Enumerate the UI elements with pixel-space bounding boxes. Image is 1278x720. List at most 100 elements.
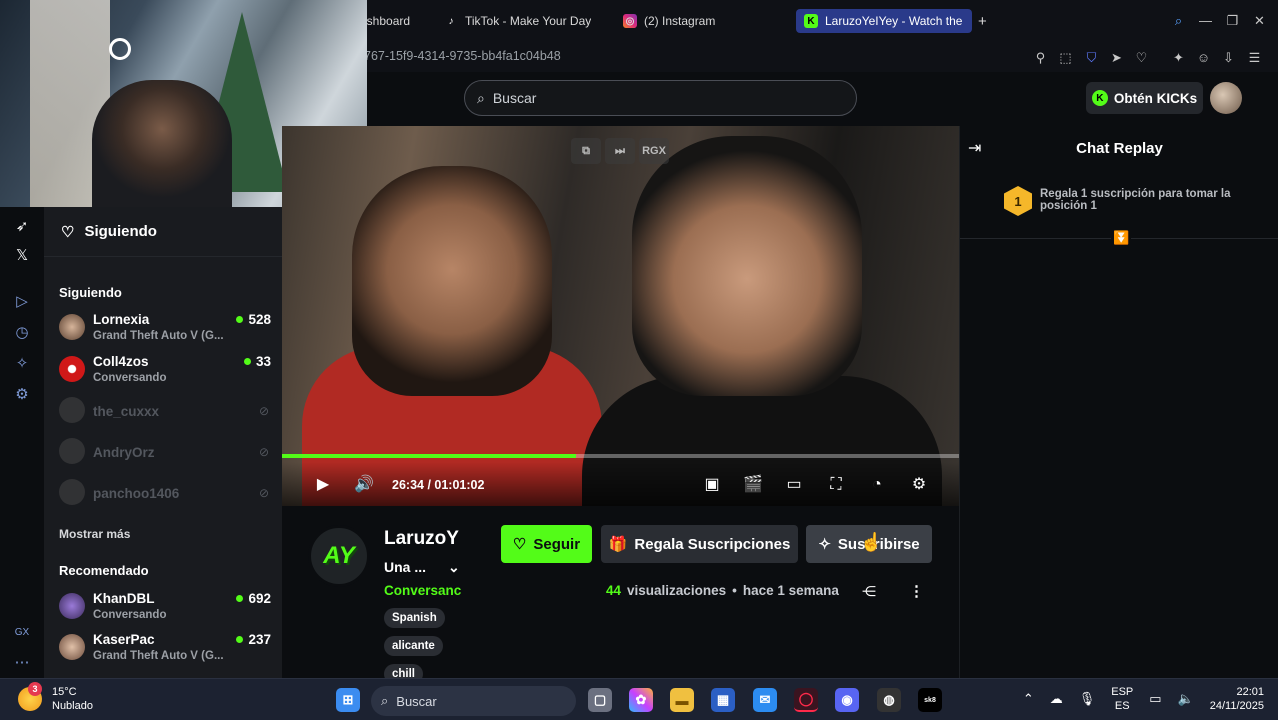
sidebar-channel-the-cuxxx[interactable]: the_cuxxx ⊘ bbox=[59, 395, 271, 431]
sidebar-channel-panchoo1406[interactable]: panchoo1406 ⊘ bbox=[59, 477, 271, 513]
show-more-link[interactable]: Mostrar más bbox=[59, 527, 130, 541]
downloads-icon[interactable]: ⇩ bbox=[1221, 50, 1236, 65]
close-icon[interactable]: ✕ bbox=[1252, 13, 1267, 28]
avatar bbox=[59, 479, 85, 505]
heart-icon: ♡ bbox=[61, 223, 75, 241]
temperature: 15°C bbox=[52, 686, 77, 698]
tab-kick-active[interactable]: K LaruzoYeIYey - Watch the bbox=[796, 9, 972, 33]
pip-icon[interactable]: ⧉ bbox=[571, 138, 601, 164]
tag-alicante[interactable]: alicante bbox=[384, 636, 443, 656]
chevron-up-icon[interactable]: ⌃ bbox=[1023, 691, 1034, 707]
gift-leaderboard[interactable]: 1 Regala 1 suscripción para tomar la pos… bbox=[1004, 186, 1234, 216]
search-tabs-icon[interactable]: ⌕ bbox=[1171, 13, 1186, 28]
skate-app-icon[interactable]: sk8 bbox=[918, 688, 942, 712]
language-indicator[interactable]: ESP ES bbox=[1111, 685, 1133, 713]
discord-icon[interactable]: ◉ bbox=[835, 688, 859, 712]
sidebar-channel-coll4zos[interactable]: Coll4zos Conversando 33 bbox=[59, 354, 271, 390]
profile-icon[interactable]: ☺ bbox=[1196, 50, 1211, 65]
channel-name: panchoo1406 bbox=[93, 486, 180, 501]
channel-category: Conversando bbox=[93, 372, 167, 384]
extensions-icon[interactable]: ✦ bbox=[1171, 50, 1186, 65]
task-view-icon[interactable]: ▢ bbox=[588, 688, 612, 712]
section-title-following: Siguiendo bbox=[59, 285, 122, 300]
video-player[interactable]: ⧉ ⏭ RGX ▶ 🔊 26:34 / 01:01:02 ▣ 🎬 ▭ ⛶ ◔ ⚙ bbox=[282, 126, 959, 506]
history-icon[interactable]: ◷ bbox=[12, 323, 32, 343]
viewer-count: 528 bbox=[236, 312, 271, 327]
channel-name[interactable]: LaruzoY bbox=[384, 528, 459, 550]
live-dot-icon bbox=[243, 358, 251, 365]
heart-icon[interactable]: ♡ bbox=[1134, 50, 1149, 65]
windows-start-icon[interactable]: ⊞ bbox=[336, 688, 360, 712]
progress-bar[interactable] bbox=[282, 454, 959, 458]
sidebar-channel-khandbl[interactable]: KhanDBL Conversando 692 bbox=[59, 591, 271, 627]
user-avatar[interactable] bbox=[1210, 82, 1242, 114]
microphone-icon[interactable]: 🎙 bbox=[1079, 691, 1096, 707]
rgx-icon[interactable]: RGX bbox=[639, 138, 669, 164]
play-icon[interactable]: ▶ bbox=[312, 474, 334, 496]
taskbar-search[interactable]: ⌕ Buscar bbox=[371, 686, 576, 716]
more-options-icon[interactable]: ⋮ bbox=[909, 582, 924, 600]
sidebar-channel-kaserpac[interactable]: KaserPac Grand Theft Auto V (G... 237 bbox=[59, 632, 271, 668]
play-circle-icon[interactable]: ▷ bbox=[12, 292, 32, 312]
channel-name: the_cuxxx bbox=[93, 404, 160, 419]
sidebar-channel-andryorz[interactable]: AndryOrz ⊘ bbox=[59, 436, 271, 472]
channel-name: KhanDBL bbox=[93, 591, 155, 606]
get-kicks-label: Obtén KICKs bbox=[1113, 90, 1198, 106]
tab-instagram[interactable]: ◎ (2) Instagram bbox=[623, 9, 715, 33]
search-input[interactable]: ⌕ Buscar bbox=[464, 80, 857, 116]
snapshot-icon[interactable]: ⬚ bbox=[1058, 50, 1073, 65]
channel-name: AndryOrz bbox=[93, 445, 155, 460]
share-icon[interactable]: ⋲ bbox=[862, 583, 876, 600]
copilot-icon[interactable]: ✿ bbox=[629, 688, 653, 712]
chevron-down-icon[interactable]: ⌄ bbox=[448, 559, 460, 576]
offline-icon: ⊘ bbox=[258, 404, 269, 418]
tag-spanish[interactable]: Spanish bbox=[384, 608, 445, 628]
get-kicks-button[interactable]: K Obtén KICKs bbox=[1086, 82, 1203, 114]
cloud-icon[interactable]: ☁ bbox=[1050, 691, 1063, 707]
tab-tiktok[interactable]: ♪ TikTok - Make Your Day bbox=[444, 9, 592, 33]
settings-icon[interactable]: ⚙ bbox=[908, 474, 930, 496]
arrow-icon[interactable]: ➶ bbox=[12, 217, 32, 237]
pin-icon[interactable]: ⚲ bbox=[1033, 50, 1048, 65]
speaker-icon[interactable]: 🔈 bbox=[1178, 691, 1194, 707]
menu-icon[interactable]: ☰ bbox=[1247, 50, 1262, 65]
more-icon[interactable]: ⋯ bbox=[12, 653, 32, 673]
theater-icon[interactable]: ▭ bbox=[783, 474, 805, 496]
clock[interactable]: 22:01 24/11/2025 bbox=[1210, 685, 1264, 713]
miniplayer-icon[interactable]: ▣ bbox=[701, 474, 723, 496]
new-tab-button[interactable]: + bbox=[978, 9, 987, 33]
puzzle-icon[interactable]: ✧ bbox=[12, 354, 32, 374]
category-link[interactable]: Conversanc bbox=[384, 583, 461, 598]
minimize-icon[interactable]: — bbox=[1198, 13, 1213, 28]
app-icon[interactable]: ◍ bbox=[877, 688, 901, 712]
volume-icon[interactable]: 🔊 bbox=[353, 474, 375, 496]
gift-subs-button[interactable]: 🎁 Regala Suscripciones bbox=[601, 525, 798, 563]
sidebar-channel-lornexia[interactable]: Lornexia Grand Theft Auto V (G... 528 bbox=[59, 312, 271, 348]
weather-widget[interactable]: 3 15°C Nublado bbox=[18, 682, 93, 713]
channel-logo[interactable]: AY bbox=[308, 525, 370, 587]
store-icon[interactable]: ▦ bbox=[711, 688, 735, 712]
file-explorer-icon[interactable]: ▬ bbox=[670, 688, 694, 712]
language-code: ESP bbox=[1111, 686, 1134, 698]
gx-icon[interactable]: GX bbox=[12, 623, 32, 643]
fullscreen-icon[interactable]: ⛶ bbox=[825, 474, 847, 496]
send-icon[interactable]: ➤ bbox=[1109, 50, 1124, 65]
display-icon[interactable]: ▭ bbox=[1149, 691, 1161, 707]
opera-gx-icon[interactable]: ◯ bbox=[794, 688, 818, 712]
skip-icon[interactable]: ⏭ bbox=[605, 138, 635, 164]
url-text[interactable]: 767-15f9-4314-9735-bb4fa1c04b48 bbox=[364, 49, 561, 63]
channel-name: KaserPac bbox=[93, 632, 155, 647]
maximize-icon[interactable]: ❐ bbox=[1225, 13, 1240, 28]
expand-down-icon[interactable]: ⏬ bbox=[1111, 230, 1132, 246]
speed-icon[interactable]: ◔ bbox=[866, 474, 888, 496]
mail-icon[interactable]: ✉ bbox=[753, 688, 777, 712]
follow-button[interactable]: ♡ Seguir bbox=[501, 525, 592, 563]
tab-dashboard[interactable]: ashboard bbox=[360, 9, 422, 33]
x-icon[interactable]: 𝕏 bbox=[12, 246, 32, 266]
taskbar: 3 15°C Nublado ⊞ ⌕ Buscar ▢ ✿ ▬ ▦ ✉ ◯ ◉ … bbox=[0, 678, 1278, 720]
shield-icon[interactable]: ⛉ bbox=[1084, 50, 1099, 65]
channel-name: Coll4zos bbox=[93, 354, 149, 369]
clip-icon[interactable]: 🎬 bbox=[742, 474, 764, 496]
settings-icon[interactable]: ⚙ bbox=[12, 385, 32, 405]
kick-coin-icon: K bbox=[1091, 90, 1108, 106]
